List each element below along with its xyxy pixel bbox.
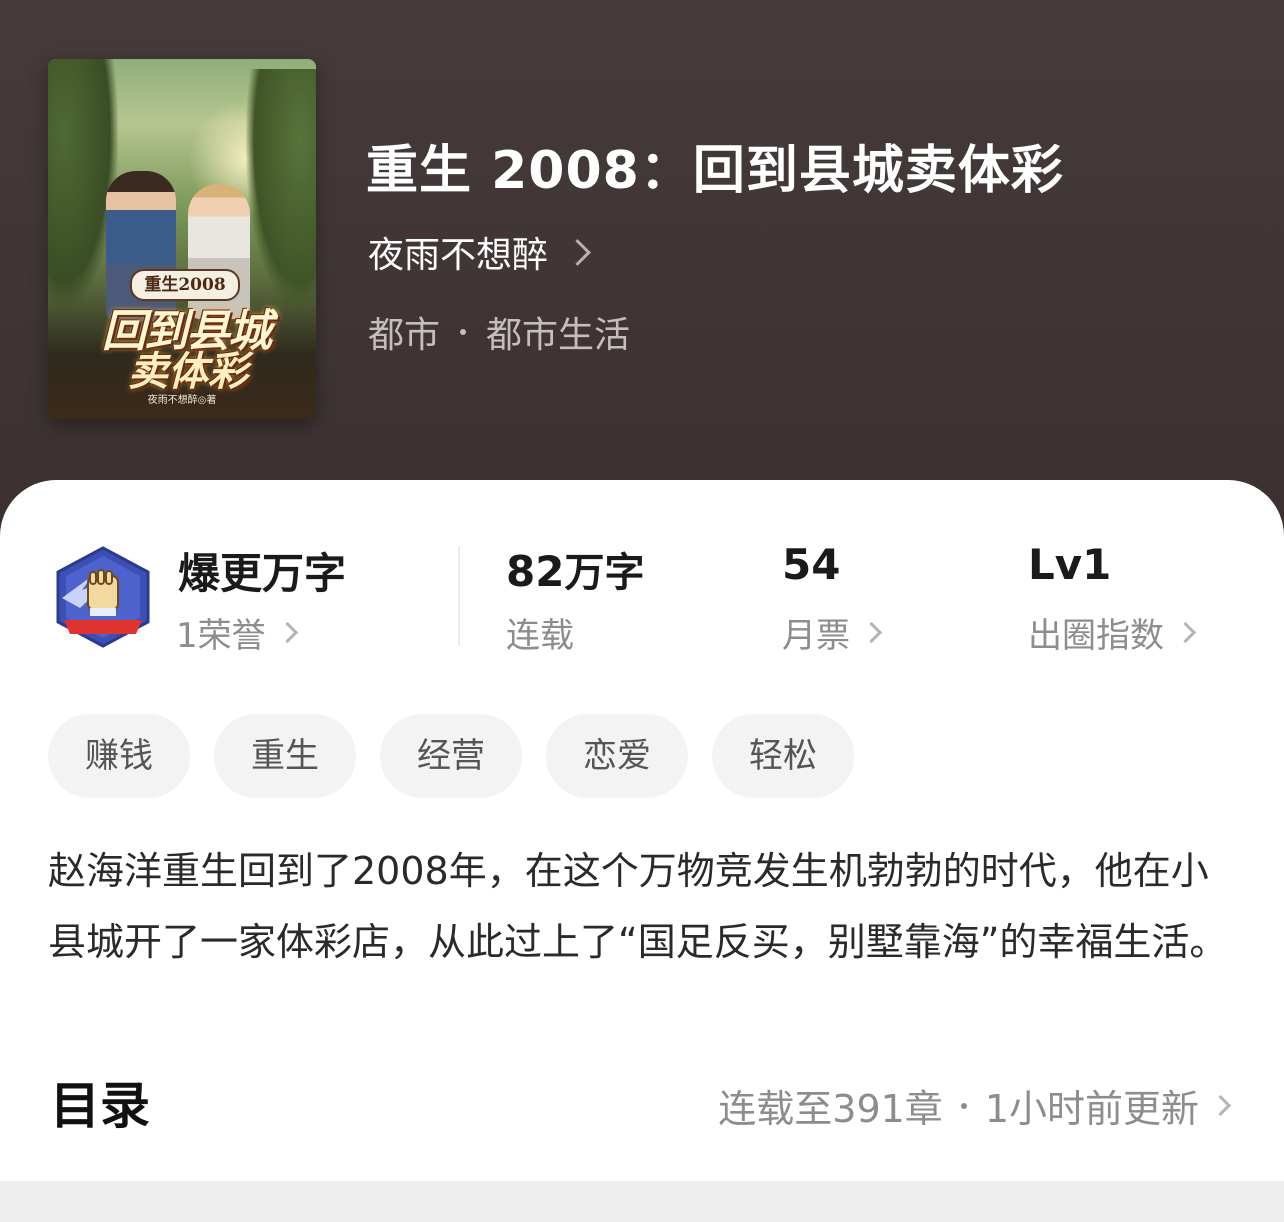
genre-subcategory[interactable]: 都市生活	[486, 306, 630, 358]
toc-status: 连载至391章	[718, 1087, 943, 1131]
stats-row: 爆更万字 1荣誉 82万字 连载 54 月票 Lv1 出圈指数	[0, 480, 1284, 680]
breakout-index-label: 出圈指数	[1028, 616, 1164, 656]
author-name: 夜雨不想醉	[368, 235, 549, 276]
chevron-right-icon	[1174, 621, 1197, 644]
tag-chip[interactable]: 重生	[214, 714, 356, 798]
cover-title-line2: 卖体彩	[128, 349, 248, 395]
word-count-unit: 万字	[564, 550, 645, 596]
cover-tree-right	[246, 69, 316, 309]
tag-list: 赚钱 重生 经营 恋爱 轻松	[48, 714, 854, 798]
chevron-right-icon	[860, 621, 883, 644]
book-title: 重生 2008：回到县城卖体彩	[366, 141, 1064, 201]
honor-count: 1荣誉	[176, 616, 266, 656]
separator-dot	[460, 329, 467, 335]
breakout-index-value: Lv1	[1028, 540, 1112, 589]
book-info-sheet: 爆更万字 1荣誉 82万字 连载 54 月票 Lv1 出圈指数 赚钱 重生 经营…	[0, 480, 1284, 1222]
section-divider-strip	[0, 1181, 1284, 1222]
book-cover-image[interactable]: 重生2008 回到县城 卖体彩 夜雨不想醉◎著	[48, 59, 316, 419]
tag-chip[interactable]: 赚钱	[48, 714, 190, 798]
book-header: 重生2008 回到县城 卖体彩 夜雨不想醉◎著 重生 2008：回到县城卖体彩 …	[0, 0, 1284, 560]
monthly-ticket-value: 54	[782, 540, 841, 589]
genre-line: 都市 都市生活	[368, 306, 630, 358]
monthly-ticket-link[interactable]: 月票	[782, 608, 883, 657]
chevron-right-icon	[276, 621, 298, 644]
chevron-right-icon	[564, 238, 591, 266]
word-count-value: 82	[506, 547, 565, 596]
serial-status: 连载	[506, 616, 574, 656]
chevron-right-icon	[1209, 1094, 1232, 1117]
divider	[458, 546, 460, 646]
tag-chip[interactable]: 轻松	[712, 714, 854, 798]
honor-title: 爆更万字	[178, 549, 347, 598]
toc-heading: 目录	[50, 1077, 150, 1135]
honor-badge-icon[interactable]	[52, 546, 154, 650]
genre-category[interactable]: 都市	[368, 306, 440, 358]
monthly-ticket-label: 月票	[782, 616, 850, 656]
tag-chip[interactable]: 经营	[380, 714, 522, 798]
toc-link[interactable]: 连载至391章 1小时前更新	[718, 1078, 1232, 1133]
honor-link[interactable]: 1荣誉	[176, 608, 298, 657]
cover-author-mark: 夜雨不想醉◎著	[147, 395, 217, 406]
book-description[interactable]: 赵海洋重生回到了2008年，在这个万物竞发生机勃勃的时代，他在小县城开了一家体彩…	[48, 836, 1238, 978]
breakout-index-link[interactable]: 出圈指数	[1028, 608, 1197, 657]
separator-dot	[960, 1102, 967, 1109]
toc-updated: 1小时前更新	[984, 1087, 1199, 1131]
author-link[interactable]: 夜雨不想醉	[368, 226, 591, 278]
tag-chip[interactable]: 恋爱	[546, 714, 688, 798]
word-count: 82万字	[506, 540, 644, 598]
